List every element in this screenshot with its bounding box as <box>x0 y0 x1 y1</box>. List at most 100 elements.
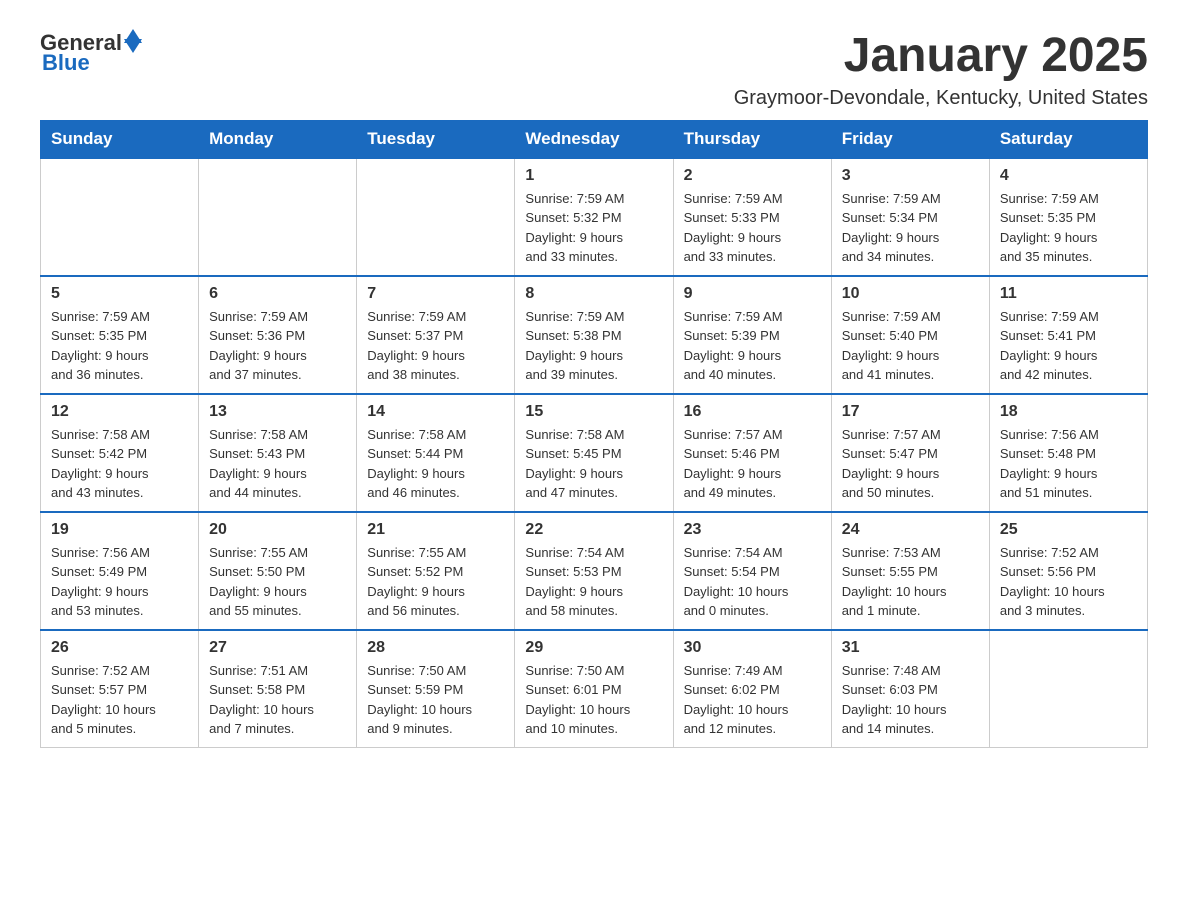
day-info: Sunrise: 7:52 AM Sunset: 5:57 PM Dayligh… <box>51 661 188 739</box>
day-number: 8 <box>525 285 662 303</box>
day-number: 29 <box>525 639 662 657</box>
day-number: 18 <box>1000 403 1137 421</box>
day-number: 11 <box>1000 285 1137 303</box>
calendar-cell: 9 Sunrise: 7:59 AM Sunset: 5:39 PM Daylig… <box>673 276 831 394</box>
calendar-cell: 19 Sunrise: 7:56 AM Sunset: 5:49 PM Dayli… <box>41 512 199 630</box>
calendar-week-row: 5Sunrise: 7:59 AM Sunset: 5:35 PM Daylig… <box>41 276 1148 394</box>
day-info: Sunrise: 7:59 AM Sunset: 5:36 PM Dayligh… <box>209 307 346 385</box>
weekday-header-row: SundayMondayTuesdayWednesdayThursdayFrid… <box>41 120 1148 158</box>
weekday-header-cell: Sunday <box>41 120 199 158</box>
day-number: 26 <box>51 639 188 657</box>
calendar-cell: 12Sunrise: 7:58 AM Sunset: 5:42 PM Dayli… <box>41 394 199 512</box>
calendar-cell: 18 Sunrise: 7:56 AM Sunset: 5:48 PM Dayli… <box>989 394 1147 512</box>
calendar-cell: 21 Sunrise: 7:55 AM Sunset: 5:52 PM Dayli… <box>357 512 515 630</box>
day-info: Sunrise: 7:53 AM Sunset: 5:55 PM Dayligh… <box>842 543 979 621</box>
calendar-cell: 25 Sunrise: 7:52 AM Sunset: 5:56 PM Dayli… <box>989 512 1147 630</box>
day-number: 17 <box>842 403 979 421</box>
location-title: Graymoor-Devondale, Kentucky, United Sta… <box>734 87 1148 110</box>
day-info: Sunrise: 7:58 AM Sunset: 5:45 PM Dayligh… <box>525 425 662 503</box>
day-number: 19 <box>51 521 188 539</box>
calendar-week-row: 1 Sunrise: 7:59 AM Sunset: 5:32 PM Daylig… <box>41 158 1148 276</box>
calendar-cell: 17 Sunrise: 7:57 AM Sunset: 5:47 PM Dayli… <box>831 394 989 512</box>
calendar-cell: 7 Sunrise: 7:59 AM Sunset: 5:37 PM Daylig… <box>357 276 515 394</box>
calendar-cell <box>199 158 357 276</box>
calendar-week-row: 19 Sunrise: 7:56 AM Sunset: 5:49 PM Dayli… <box>41 512 1148 630</box>
weekday-header-cell: Friday <box>831 120 989 158</box>
calendar-cell: 22Sunrise: 7:54 AM Sunset: 5:53 PM Dayli… <box>515 512 673 630</box>
calendar-cell: 28 Sunrise: 7:50 AM Sunset: 5:59 PM Dayli… <box>357 630 515 748</box>
day-info: Sunrise: 7:49 AM Sunset: 6:02 PM Dayligh… <box>684 661 821 739</box>
day-number: 16 <box>684 403 821 421</box>
day-info: Sunrise: 7:48 AM Sunset: 6:03 PM Dayligh… <box>842 661 979 739</box>
calendar-cell: 3 Sunrise: 7:59 AM Sunset: 5:34 PM Daylig… <box>831 158 989 276</box>
day-number: 24 <box>842 521 979 539</box>
calendar-cell: 1 Sunrise: 7:59 AM Sunset: 5:32 PM Daylig… <box>515 158 673 276</box>
day-info: Sunrise: 7:59 AM Sunset: 5:38 PM Dayligh… <box>525 307 662 385</box>
day-number: 3 <box>842 167 979 185</box>
day-info: Sunrise: 7:55 AM Sunset: 5:50 PM Dayligh… <box>209 543 346 621</box>
calendar-cell: 4Sunrise: 7:59 AM Sunset: 5:35 PM Daylig… <box>989 158 1147 276</box>
calendar-cell: 13 Sunrise: 7:58 AM Sunset: 5:43 PM Dayli… <box>199 394 357 512</box>
calendar-week-row: 12Sunrise: 7:58 AM Sunset: 5:42 PM Dayli… <box>41 394 1148 512</box>
logo-blue-text: Blue <box>42 50 90 76</box>
weekday-header-cell: Thursday <box>673 120 831 158</box>
day-number: 7 <box>367 285 504 303</box>
weekday-header-cell: Tuesday <box>357 120 515 158</box>
day-info: Sunrise: 7:56 AM Sunset: 5:49 PM Dayligh… <box>51 543 188 621</box>
calendar-cell: 11 Sunrise: 7:59 AM Sunset: 5:41 PM Dayli… <box>989 276 1147 394</box>
calendar-cell: 16 Sunrise: 7:57 AM Sunset: 5:46 PM Dayli… <box>673 394 831 512</box>
day-number: 1 <box>525 167 662 185</box>
calendar-cell: 14Sunrise: 7:58 AM Sunset: 5:44 PM Dayli… <box>357 394 515 512</box>
day-info: Sunrise: 7:54 AM Sunset: 5:54 PM Dayligh… <box>684 543 821 621</box>
calendar-cell <box>357 158 515 276</box>
day-number: 25 <box>1000 521 1137 539</box>
day-number: 23 <box>684 521 821 539</box>
day-number: 15 <box>525 403 662 421</box>
calendar-cell <box>989 630 1147 748</box>
calendar-cell: 26 Sunrise: 7:52 AM Sunset: 5:57 PM Dayli… <box>41 630 199 748</box>
calendar-cell: 5Sunrise: 7:59 AM Sunset: 5:35 PM Daylig… <box>41 276 199 394</box>
calendar-cell: 6Sunrise: 7:59 AM Sunset: 5:36 PM Daylig… <box>199 276 357 394</box>
calendar-cell: 29 Sunrise: 7:50 AM Sunset: 6:01 PM Dayli… <box>515 630 673 748</box>
day-number: 20 <box>209 521 346 539</box>
day-number: 28 <box>367 639 504 657</box>
day-number: 21 <box>367 521 504 539</box>
day-number: 9 <box>684 285 821 303</box>
day-info: Sunrise: 7:56 AM Sunset: 5:48 PM Dayligh… <box>1000 425 1137 503</box>
day-info: Sunrise: 7:58 AM Sunset: 5:43 PM Dayligh… <box>209 425 346 503</box>
day-info: Sunrise: 7:59 AM Sunset: 5:41 PM Dayligh… <box>1000 307 1137 385</box>
day-info: Sunrise: 7:51 AM Sunset: 5:58 PM Dayligh… <box>209 661 346 739</box>
calendar-cell <box>41 158 199 276</box>
day-info: Sunrise: 7:55 AM Sunset: 5:52 PM Dayligh… <box>367 543 504 621</box>
day-info: Sunrise: 7:57 AM Sunset: 5:47 PM Dayligh… <box>842 425 979 503</box>
calendar-cell: 30 Sunrise: 7:49 AM Sunset: 6:02 PM Dayli… <box>673 630 831 748</box>
day-info: Sunrise: 7:52 AM Sunset: 5:56 PM Dayligh… <box>1000 543 1137 621</box>
day-number: 14 <box>367 403 504 421</box>
logo-triangle-down <box>124 39 142 53</box>
logo: General Blue <box>40 30 142 76</box>
day-number: 13 <box>209 403 346 421</box>
day-number: 30 <box>684 639 821 657</box>
day-info: Sunrise: 7:59 AM Sunset: 5:39 PM Dayligh… <box>684 307 821 385</box>
day-info: Sunrise: 7:59 AM Sunset: 5:34 PM Dayligh… <box>842 189 979 267</box>
weekday-header-cell: Saturday <box>989 120 1147 158</box>
weekday-header-cell: Monday <box>199 120 357 158</box>
day-info: Sunrise: 7:57 AM Sunset: 5:46 PM Dayligh… <box>684 425 821 503</box>
day-info: Sunrise: 7:59 AM Sunset: 5:33 PM Dayligh… <box>684 189 821 267</box>
day-info: Sunrise: 7:54 AM Sunset: 5:53 PM Dayligh… <box>525 543 662 621</box>
day-number: 10 <box>842 285 979 303</box>
weekday-header-cell: Wednesday <box>515 120 673 158</box>
month-title: January 2025 <box>734 30 1148 83</box>
day-info: Sunrise: 7:50 AM Sunset: 5:59 PM Dayligh… <box>367 661 504 739</box>
day-info: Sunrise: 7:59 AM Sunset: 5:35 PM Dayligh… <box>1000 189 1137 267</box>
day-info: Sunrise: 7:50 AM Sunset: 6:01 PM Dayligh… <box>525 661 662 739</box>
day-info: Sunrise: 7:59 AM Sunset: 5:40 PM Dayligh… <box>842 307 979 385</box>
calendar-body: 1 Sunrise: 7:59 AM Sunset: 5:32 PM Daylig… <box>41 158 1148 748</box>
day-number: 27 <box>209 639 346 657</box>
day-number: 5 <box>51 285 188 303</box>
header: General Blue January 2025 Graymoor-Devon… <box>40 30 1148 110</box>
day-info: Sunrise: 7:59 AM Sunset: 5:37 PM Dayligh… <box>367 307 504 385</box>
day-info: Sunrise: 7:59 AM Sunset: 5:32 PM Dayligh… <box>525 189 662 267</box>
day-number: 2 <box>684 167 821 185</box>
calendar-cell: 15 Sunrise: 7:58 AM Sunset: 5:45 PM Dayli… <box>515 394 673 512</box>
